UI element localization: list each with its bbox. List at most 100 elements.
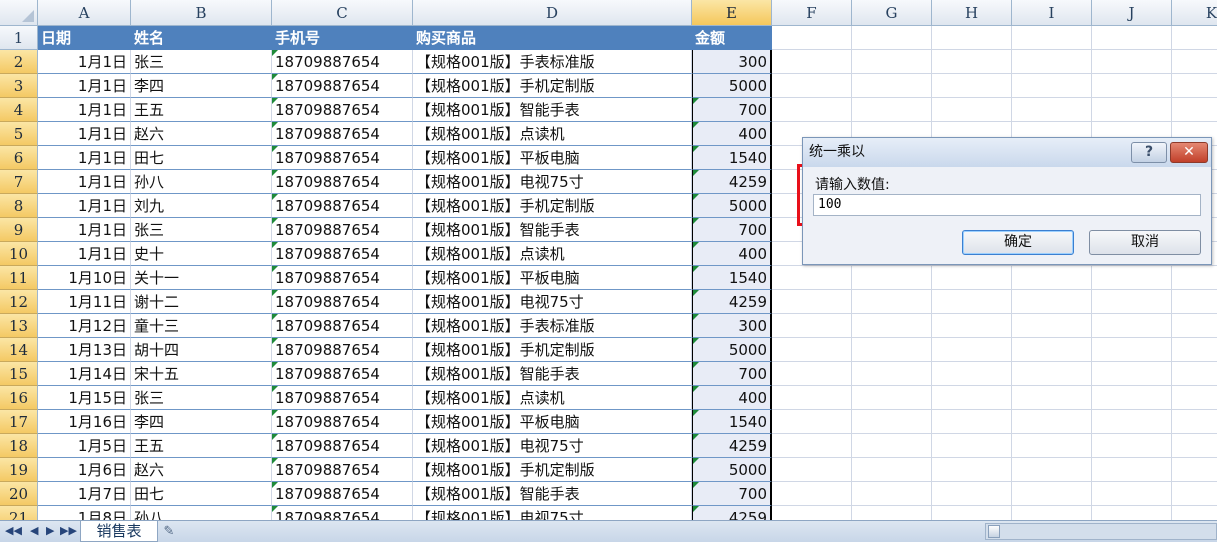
empty-cell[interactable] (932, 482, 1012, 506)
cell-phone[interactable]: 18709887654 (272, 362, 413, 386)
cell-date[interactable]: 1月1日 (38, 242, 131, 266)
row-header[interactable]: 17 (0, 410, 38, 434)
empty-cell[interactable] (1172, 458, 1217, 482)
cell-phone[interactable]: 18709887654 (272, 386, 413, 410)
cell-amount[interactable]: 700 (692, 482, 772, 506)
column-header-j[interactable]: J (1092, 0, 1172, 26)
cell-name[interactable]: 李四 (131, 74, 272, 98)
cell-name[interactable]: 王五 (131, 98, 272, 122)
cell-amount[interactable]: 1540 (692, 146, 772, 170)
empty-cell[interactable] (1012, 410, 1092, 434)
empty-cell[interactable] (852, 314, 932, 338)
cell-name[interactable]: 关十一 (131, 266, 272, 290)
cell-amount[interactable]: 700 (692, 218, 772, 242)
empty-cell[interactable] (1012, 434, 1092, 458)
cell-phone[interactable]: 18709887654 (272, 242, 413, 266)
cell-product[interactable]: 【规格001版】点读机 (413, 386, 692, 410)
row-header[interactable]: 20 (0, 482, 38, 506)
cell-name[interactable]: 孙八 (131, 170, 272, 194)
cell-date[interactable]: 1月5日 (38, 434, 131, 458)
cell-product[interactable]: 【规格001版】点读机 (413, 242, 692, 266)
cell-amount[interactable]: 4259 (692, 434, 772, 458)
cell-phone[interactable]: 18709887654 (272, 434, 413, 458)
empty-cell[interactable] (772, 266, 852, 290)
column-header-k[interactable]: K (1172, 0, 1217, 26)
row-header[interactable]: 14 (0, 338, 38, 362)
cell-date[interactable]: 1月10日 (38, 266, 131, 290)
empty-cell[interactable] (772, 506, 852, 520)
empty-cell[interactable] (852, 290, 932, 314)
empty-cell[interactable] (852, 98, 932, 122)
cell-phone[interactable]: 18709887654 (272, 74, 413, 98)
empty-cell[interactable] (852, 482, 932, 506)
cell-phone[interactable]: 18709887654 (272, 290, 413, 314)
cell-phone[interactable]: 18709887654 (272, 506, 413, 520)
empty-cell[interactable] (1012, 26, 1092, 50)
empty-cell[interactable] (772, 314, 852, 338)
empty-cell[interactable] (1172, 338, 1217, 362)
cell-name[interactable]: 张三 (131, 50, 272, 74)
empty-cell[interactable] (1012, 290, 1092, 314)
empty-cell[interactable] (932, 26, 1012, 50)
empty-cell[interactable] (1092, 74, 1172, 98)
insert-sheet-icon[interactable]: ✎ (156, 522, 182, 541)
empty-cell[interactable] (1012, 458, 1092, 482)
cell-phone[interactable]: 18709887654 (272, 338, 413, 362)
empty-cell[interactable] (852, 74, 932, 98)
cell-product[interactable]: 【规格001版】智能手表 (413, 218, 692, 242)
cell-amount[interactable]: 5000 (692, 74, 772, 98)
last-sheet-icon[interactable]: ▶▶ (60, 524, 77, 537)
empty-cell[interactable] (772, 74, 852, 98)
empty-cell[interactable] (1172, 410, 1217, 434)
column-header-h[interactable]: H (932, 0, 1012, 26)
cell-product[interactable]: 【规格001版】电视75寸 (413, 506, 692, 520)
cell-date[interactable]: 1月1日 (38, 218, 131, 242)
empty-cell[interactable] (1092, 266, 1172, 290)
prev-sheet-icon[interactable]: ◀ (30, 524, 38, 537)
row-header[interactable]: 3 (0, 74, 38, 98)
cell-phone[interactable]: 18709887654 (272, 146, 413, 170)
empty-cell[interactable] (1092, 434, 1172, 458)
empty-cell[interactable] (932, 74, 1012, 98)
row-header[interactable]: 4 (0, 98, 38, 122)
row-header[interactable]: 6 (0, 146, 38, 170)
cell-amount[interactable]: 4259 (692, 170, 772, 194)
cell-name[interactable]: 赵六 (131, 122, 272, 146)
empty-cell[interactable] (852, 266, 932, 290)
empty-cell[interactable] (932, 266, 1012, 290)
header-cell-phone[interactable]: 手机号 (272, 26, 413, 50)
column-header-g[interactable]: G (852, 0, 932, 26)
empty-cell[interactable] (852, 50, 932, 74)
empty-cell[interactable] (1012, 266, 1092, 290)
empty-cell[interactable] (1012, 386, 1092, 410)
cell-product[interactable]: 【规格001版】平板电脑 (413, 266, 692, 290)
cell-name[interactable]: 童十三 (131, 314, 272, 338)
empty-cell[interactable] (1172, 26, 1217, 50)
empty-cell[interactable] (1092, 26, 1172, 50)
empty-cell[interactable] (772, 482, 852, 506)
cell-product[interactable]: 【规格001版】电视75寸 (413, 170, 692, 194)
cell-amount[interactable]: 5000 (692, 338, 772, 362)
empty-cell[interactable] (852, 410, 932, 434)
header-cell-name[interactable]: 姓名 (131, 26, 272, 50)
column-header-d[interactable]: D (413, 0, 692, 26)
empty-cell[interactable] (1012, 74, 1092, 98)
cell-amount[interactable]: 400 (692, 122, 772, 146)
empty-cell[interactable] (1172, 386, 1217, 410)
cell-product[interactable]: 【规格001版】手表标准版 (413, 314, 692, 338)
cell-date[interactable]: 1月6日 (38, 458, 131, 482)
cell-product[interactable]: 【规格001版】手机定制版 (413, 194, 692, 218)
column-header-c[interactable]: C (272, 0, 413, 26)
empty-cell[interactable] (932, 98, 1012, 122)
empty-cell[interactable] (1172, 290, 1217, 314)
empty-cell[interactable] (1092, 314, 1172, 338)
cell-product[interactable]: 【规格001版】平板电脑 (413, 146, 692, 170)
empty-cell[interactable] (772, 50, 852, 74)
row-header[interactable]: 7 (0, 170, 38, 194)
row-header[interactable]: 5 (0, 122, 38, 146)
cell-name[interactable]: 李四 (131, 410, 272, 434)
empty-cell[interactable] (772, 410, 852, 434)
row-header[interactable]: 19 (0, 458, 38, 482)
cell-phone[interactable]: 18709887654 (272, 218, 413, 242)
empty-cell[interactable] (1092, 290, 1172, 314)
